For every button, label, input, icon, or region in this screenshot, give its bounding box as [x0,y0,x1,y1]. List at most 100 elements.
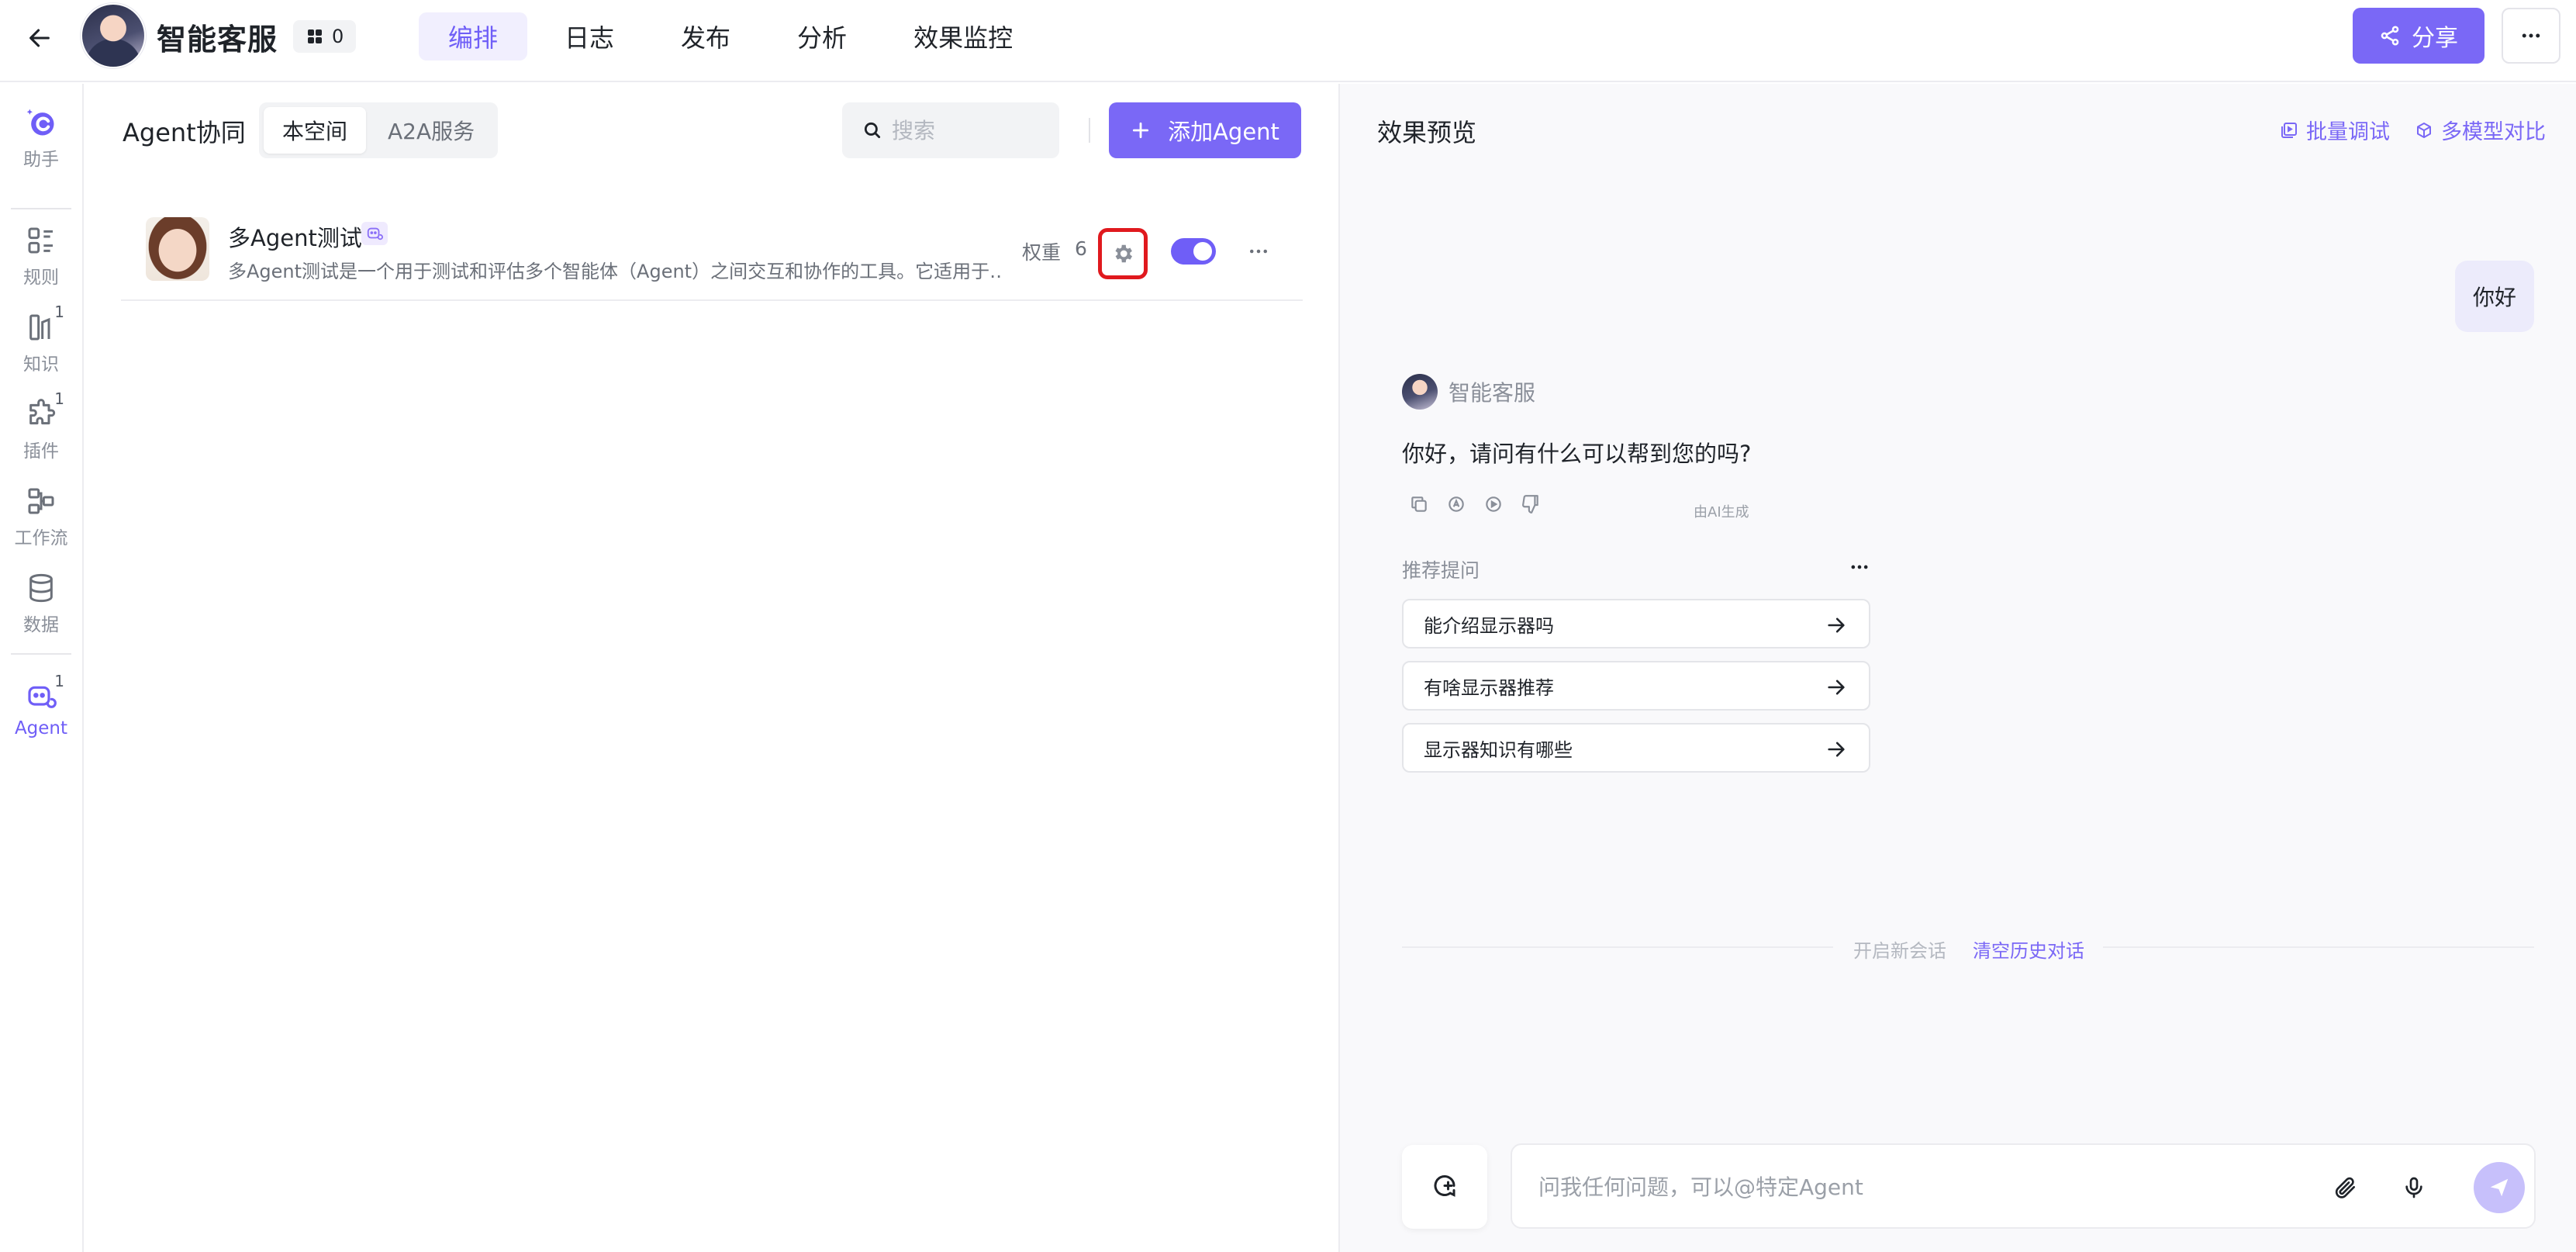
agent-list-item[interactable]: 多Agent测试 多Agent测试是一个用于测试和评估多个智能体（Agent）之… [121,206,1303,301]
agent-enable-toggle[interactable] [1171,238,1216,265]
agent-settings-button[interactable] [1098,228,1148,279]
copy-icon [1411,496,1427,512]
agent-description: 多Agent测试是一个用于测试和评估多个智能体（Agent）之间交互和协作的工具… [228,261,1003,282]
app-title: 智能客服 [157,22,278,57]
agent-more-button[interactable] [1241,237,1276,265]
rules-icon [24,223,58,258]
dislike-button[interactable] [1520,493,1542,515]
add-agent-button[interactable]: 添加Agent [1109,102,1301,158]
bot-message: 你好，请问有什么可以帮到您的吗? [1402,441,1752,467]
sidebar-item-data[interactable]: 数据 [0,571,82,648]
batch-debug-label: 批量调试 [2306,120,2390,144]
segment-local-space[interactable]: 本空间 [264,107,367,154]
knowledge-count: 1 [54,303,64,321]
divider-line [2103,946,2534,948]
preview-panel: 效果预览 批量调试 多模型对比 你好 智能客服 你好，请问有什么可以帮到您的吗?… [1340,84,2576,1252]
attach-button[interactable] [2328,1170,2364,1205]
recommended-question[interactable]: 有啥显示器推荐 [1402,661,1870,711]
workflow-icon [24,484,58,518]
search-input[interactable] [892,117,1047,144]
back-button[interactable] [22,20,57,56]
batch-icon [2281,122,2297,138]
send-icon [2490,1178,2509,1197]
add-agent-label: 添加Agent [1168,119,1279,145]
section-title: Agent协同 [123,118,246,147]
arrow-right-icon [1828,742,1845,757]
send-button[interactable] [2474,1162,2525,1213]
sidebar-item-plugin[interactable]: 1 插件 [0,389,82,475]
clear-history-link[interactable]: 清空历史对话 [1973,936,2084,963]
regenerate-icon [1449,496,1464,512]
agent-type-icon [361,222,388,245]
app-avatar[interactable] [82,5,144,67]
more-horizontal-icon [1250,249,1267,254]
plugin-count: 1 [54,389,64,408]
sidebar-item-workflow[interactable]: 工作流 [0,484,82,562]
more-menu-button[interactable] [2502,8,2560,64]
copy-button[interactable] [1408,493,1430,515]
gear-icon [1115,244,1132,263]
chat-input-box [1511,1143,2536,1229]
arrow-right-icon [1828,617,1845,633]
new-chat-button[interactable] [1402,1145,1487,1229]
database-icon [24,571,58,605]
multi-model-compare-link[interactable]: 多模型对比 [2415,115,2546,145]
more-horizontal-icon [2522,33,2540,38]
play-icon [1486,496,1501,512]
play-audio-button[interactable] [1483,493,1504,515]
weight-value: 6 [1075,237,1087,260]
chat-input[interactable] [1538,1168,2283,1205]
badge-count: 0 [332,26,344,47]
weight-label: 权重 [1022,241,1062,264]
voice-input-button[interactable] [2396,1170,2432,1205]
thumbs-down-icon [1522,495,1538,514]
segment-a2a-service[interactable]: A2A服务 [369,107,493,154]
sidebar-label: 数据 [23,615,59,635]
resource-badge[interactable]: 0 [293,20,357,53]
top-nav: 编排 日志 发布 分析 效果监控 [419,12,1042,61]
sidebar-divider [11,208,71,209]
sidebar-label: 插件 [23,441,59,462]
paperclip-icon [2335,1177,2355,1198]
agent-collaboration-panel: Agent协同 本空间 A2A服务 添加Agent 多Agent测试 多Agen… [84,84,1338,1252]
agent-name: 多Agent测试 [228,225,362,251]
arrow-right-icon [1828,680,1845,695]
sidebar-item-rules[interactable]: 规则 [0,223,82,301]
preview-title: 效果预览 [1377,118,1477,147]
agent-count: 1 [54,672,64,690]
recommended-question[interactable]: 显示器知识有哪些 [1402,723,1870,773]
sidebar-label: 工作流 [14,528,68,548]
tab-logs[interactable]: 日志 [535,12,644,61]
message-actions [1408,493,1542,515]
recommended-question[interactable]: 能介绍显示器吗 [1402,599,1870,648]
cube-icon [2417,122,2431,138]
ai-generated-label: 由AI生成 [1694,504,1749,521]
sidebar-divider [11,653,71,655]
agent-avatar [146,217,209,281]
sidebar-item-knowledge[interactable]: 1 知识 [0,303,82,388]
regenerate-button[interactable] [1445,493,1467,515]
divider-line [1402,946,1833,948]
batch-debug-link[interactable]: 批量调试 [2280,115,2390,145]
bot-avatar [1402,374,1438,410]
toggle-knob [1193,242,1212,261]
recommended-question-text: 显示器知识有哪些 [1424,738,1573,761]
plugin-icon: 1 [24,389,64,431]
new-session-label: 开启新会话 [1853,940,1946,962]
agent-search [842,102,1059,158]
toolbar-divider [1089,118,1090,143]
tab-monitor[interactable]: 效果监控 [884,12,1042,61]
sidebar-label: 知识 [23,355,59,375]
sidebar-item-agent[interactable]: 1 Agent [0,672,82,757]
microphone-icon [2405,1177,2422,1198]
share-button[interactable]: 分享 [2353,8,2484,64]
recommend-title: 推荐提问 [1402,559,1480,582]
tab-publish[interactable]: 发布 [651,12,760,61]
sidebar-item-assistant[interactable]: 助手 [0,105,82,183]
tab-orchestrate[interactable]: 编排 [419,12,528,61]
recommend-more-button[interactable] [1844,555,1875,579]
knowledge-icon: 1 [24,303,64,344]
new-chat-icon [1434,1175,1455,1197]
bot-name: 智能客服 [1449,380,1536,406]
tab-analytics[interactable]: 分析 [768,12,876,61]
